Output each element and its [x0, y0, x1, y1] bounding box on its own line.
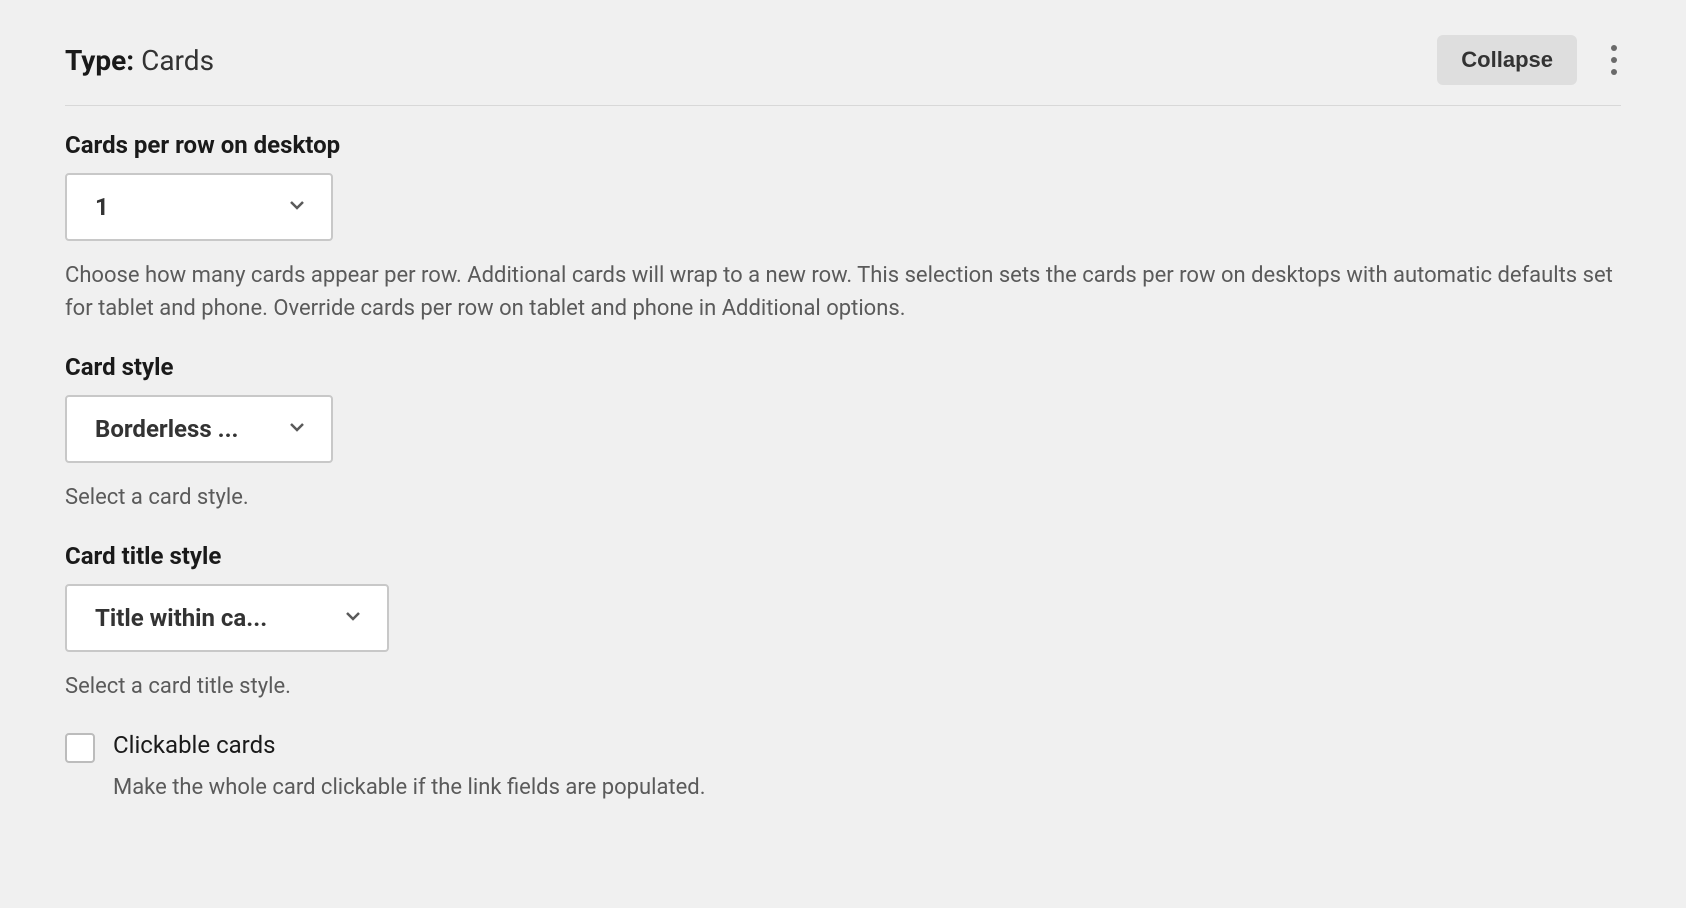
type-value: Cards	[141, 44, 214, 77]
chevron-down-icon	[285, 193, 309, 221]
cards-per-row-field: Cards per row on desktop 1 Choose how ma…	[65, 131, 1621, 325]
clickable-cards-content: Clickable cards Make the whole card clic…	[113, 731, 1621, 804]
card-title-style-help: Select a card title style.	[65, 670, 1621, 703]
clickable-cards-label: Clickable cards	[113, 731, 1621, 759]
card-title-style-field: Card title style Title within ca... Sele…	[65, 542, 1621, 703]
panel-title: Type: Cards	[65, 44, 214, 77]
cards-per-row-help: Choose how many cards appear per row. Ad…	[65, 259, 1621, 325]
header-actions: Collapse	[1437, 35, 1621, 85]
collapse-button[interactable]: Collapse	[1437, 35, 1577, 85]
card-title-style-label: Card title style	[65, 542, 1621, 570]
card-title-style-select[interactable]: Title within ca...	[65, 584, 389, 652]
card-title-style-value: Title within ca...	[95, 604, 267, 632]
chevron-down-icon	[285, 415, 309, 443]
card-style-select[interactable]: Borderless ...	[65, 395, 333, 463]
chevron-down-icon	[341, 604, 365, 632]
clickable-cards-checkbox[interactable]	[65, 733, 95, 763]
clickable-cards-field: Clickable cards Make the whole card clic…	[65, 731, 1621, 804]
card-style-field: Card style Borderless ... Select a card …	[65, 353, 1621, 514]
cards-per-row-select[interactable]: 1	[65, 173, 333, 241]
clickable-cards-help: Make the whole card clickable if the lin…	[113, 771, 1621, 804]
more-options-icon[interactable]	[1607, 37, 1621, 83]
card-style-help: Select a card style.	[65, 481, 1621, 514]
card-style-value: Borderless ...	[95, 415, 239, 443]
card-style-label: Card style	[65, 353, 1621, 381]
cards-per-row-value: 1	[95, 193, 109, 221]
type-label: Type:	[65, 44, 134, 77]
cards-per-row-label: Cards per row on desktop	[65, 131, 1621, 159]
panel-header: Type: Cards Collapse	[65, 35, 1621, 106]
